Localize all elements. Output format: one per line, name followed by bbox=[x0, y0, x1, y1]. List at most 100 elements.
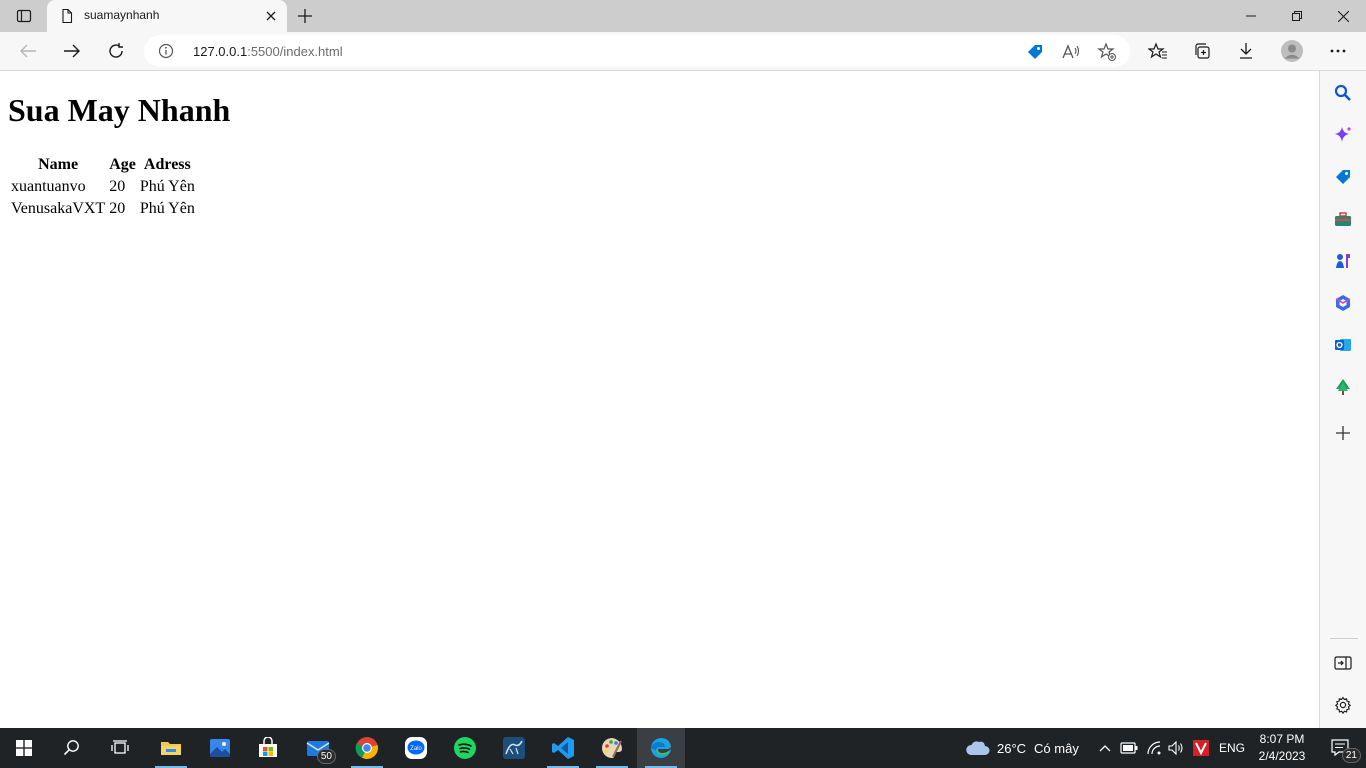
volume-indicator[interactable] bbox=[1165, 728, 1187, 768]
wifi-icon bbox=[1147, 741, 1161, 755]
language-indicator[interactable]: ENG bbox=[1219, 728, 1245, 768]
favorites-button[interactable] bbox=[1142, 36, 1174, 66]
taskbar-paint[interactable] bbox=[588, 728, 636, 768]
folder-icon bbox=[161, 742, 181, 755]
mysql-workbench-icon bbox=[503, 737, 525, 759]
sidebar-divider bbox=[1330, 638, 1358, 639]
sidebar-hide-button[interactable] bbox=[1332, 652, 1354, 674]
sidebar-add-button[interactable] bbox=[1332, 422, 1354, 444]
tab-close-button[interactable] bbox=[263, 8, 279, 24]
refresh-button[interactable] bbox=[100, 36, 132, 66]
outlook-icon bbox=[1335, 339, 1351, 351]
read-aloud-button[interactable] bbox=[1060, 41, 1082, 63]
sidebar-games-button[interactable] bbox=[1332, 250, 1354, 272]
sidebar-tools-button[interactable] bbox=[1332, 208, 1354, 230]
url-host: 127.0.0.1 bbox=[193, 44, 248, 59]
price-tag-icon bbox=[1028, 45, 1042, 59]
restore-icon bbox=[1292, 11, 1302, 21]
start-button[interactable] bbox=[0, 728, 48, 768]
info-icon[interactable] bbox=[158, 43, 174, 59]
profile-button[interactable] bbox=[1276, 36, 1308, 66]
windows-icon bbox=[16, 740, 32, 756]
battery-icon bbox=[1120, 742, 1138, 754]
sparkle-icon bbox=[1335, 127, 1351, 142]
taskbar-file-explorer[interactable] bbox=[147, 728, 195, 768]
sidebar-discover-button[interactable] bbox=[1332, 124, 1354, 146]
more-icon bbox=[1330, 49, 1346, 53]
search-icon bbox=[1334, 84, 1351, 101]
taskbar-zalo[interactable]: Zalo bbox=[392, 728, 440, 768]
task-view-button[interactable] bbox=[96, 728, 144, 768]
unikey-tray-button[interactable] bbox=[1190, 728, 1212, 768]
shopping-tag-icon bbox=[1336, 170, 1350, 184]
table-row: VenusakaVXT 20 Phú Yên bbox=[10, 199, 196, 219]
sidebar-drop-button[interactable] bbox=[1332, 376, 1354, 398]
arrow-left-icon bbox=[20, 44, 36, 58]
taskbar-photos[interactable] bbox=[196, 728, 244, 768]
network-indicator[interactable] bbox=[1144, 728, 1166, 768]
sidebar-shopping-button[interactable] bbox=[1332, 166, 1354, 188]
collections-button[interactable] bbox=[1186, 36, 1218, 66]
settings-more-button[interactable] bbox=[1322, 36, 1354, 66]
url-path: :5500/index.html bbox=[247, 44, 343, 59]
table-header-row: Name Age Adress bbox=[10, 155, 196, 175]
clock-time: 8:07 PM bbox=[1259, 732, 1305, 746]
sidebar-search-button[interactable] bbox=[1332, 82, 1354, 104]
cloud-icon bbox=[966, 741, 990, 755]
tab-active[interactable]: suamaynhanh bbox=[47, 0, 287, 32]
column-header-name: Name bbox=[38, 156, 79, 173]
taskbar-clock[interactable]: 8:07 PM 2/4/2023 bbox=[1251, 731, 1313, 765]
browser-toolbar: 127.0.0.1:5500/index.html bbox=[0, 32, 1366, 71]
weather-widget[interactable]: 26°C Có mây bbox=[965, 728, 1079, 768]
taskbar-chrome[interactable] bbox=[343, 728, 391, 768]
add-favorite-button[interactable] bbox=[1096, 41, 1118, 63]
new-tab-button[interactable] bbox=[293, 4, 317, 28]
sidebar-office-button[interactable] bbox=[1332, 292, 1354, 314]
url-text[interactable]: 127.0.0.1:5500/index.html bbox=[193, 44, 343, 59]
shopping-tag-button[interactable] bbox=[1024, 41, 1046, 63]
taskbar-vscode[interactable] bbox=[539, 728, 587, 768]
taskbar-mysql-workbench[interactable] bbox=[490, 728, 538, 768]
cell-adress: Phú Yên bbox=[139, 200, 195, 217]
column-header-adress: Adress bbox=[143, 156, 191, 173]
sidebar-settings-button[interactable] bbox=[1332, 694, 1354, 716]
table-row: xuantuanvo 20 Phú Yên bbox=[10, 177, 196, 197]
cell-name: xuantuanvo bbox=[11, 178, 86, 195]
taskbar-mail[interactable]: 50 bbox=[294, 728, 342, 768]
back-button[interactable] bbox=[12, 36, 44, 66]
gear-icon bbox=[1334, 696, 1352, 714]
clock-date: 2/4/2023 bbox=[1258, 749, 1306, 763]
taskbar-spotify[interactable] bbox=[441, 728, 489, 768]
taskbar-edge[interactable] bbox=[637, 728, 685, 768]
title-bar: suamaynhanh bbox=[0, 0, 1366, 32]
download-icon bbox=[1240, 43, 1252, 59]
restore-button[interactable] bbox=[1274, 0, 1320, 32]
search-icon bbox=[63, 740, 79, 756]
tab-title: suamaynhanh bbox=[84, 8, 160, 22]
minimize-button[interactable] bbox=[1228, 0, 1274, 32]
battery-indicator[interactable] bbox=[1118, 728, 1140, 768]
tree-icon bbox=[1336, 379, 1350, 395]
store-icon bbox=[259, 737, 277, 757]
sidebar-outlook-button[interactable] bbox=[1332, 334, 1354, 356]
refresh-icon bbox=[109, 43, 123, 58]
cell-name: VenusakaVXT bbox=[11, 200, 106, 217]
star-add-icon bbox=[1097, 42, 1117, 62]
notification-count-badge: 21 bbox=[1341, 748, 1361, 763]
chrome-icon bbox=[355, 737, 378, 759]
mail-unread-badge: 50 bbox=[316, 749, 336, 764]
forward-button[interactable] bbox=[56, 36, 88, 66]
taskbar-search-button[interactable] bbox=[48, 728, 96, 768]
tab-actions-button[interactable] bbox=[8, 4, 40, 28]
downloads-button[interactable] bbox=[1230, 36, 1262, 66]
address-bar[interactable]: 127.0.0.1:5500/index.html bbox=[144, 35, 1130, 67]
page-icon bbox=[62, 8, 73, 24]
show-hidden-icons-button[interactable] bbox=[1096, 728, 1114, 768]
minimize-icon bbox=[1246, 15, 1256, 17]
window-close-button[interactable] bbox=[1320, 0, 1366, 32]
notification-center-button[interactable]: 21 bbox=[1318, 728, 1366, 768]
taskbar-store[interactable] bbox=[244, 728, 292, 768]
close-icon bbox=[1337, 10, 1349, 22]
collections-icon bbox=[1195, 43, 1210, 59]
taskbar: 50 Zalo 26°C Có mây ENG 8:07 PM 2/4/2023… bbox=[0, 728, 1366, 768]
